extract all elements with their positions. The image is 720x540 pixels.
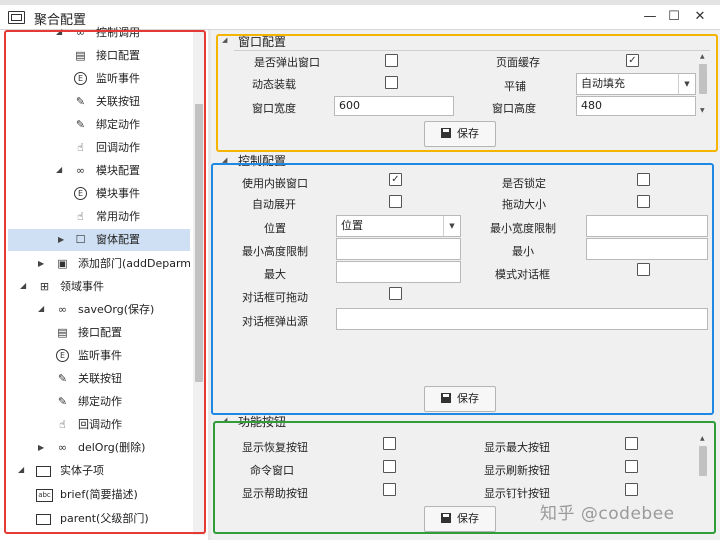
highlight-tree-box [4, 30, 206, 534]
maximize-button[interactable]: ☐ [664, 8, 684, 26]
highlight-window-config-box [216, 34, 718, 152]
minimize-button[interactable]: — [640, 8, 660, 26]
close-button[interactable]: ✕ [690, 8, 710, 26]
highlight-button-config-box [213, 421, 716, 534]
highlight-control-config-box [211, 163, 714, 415]
